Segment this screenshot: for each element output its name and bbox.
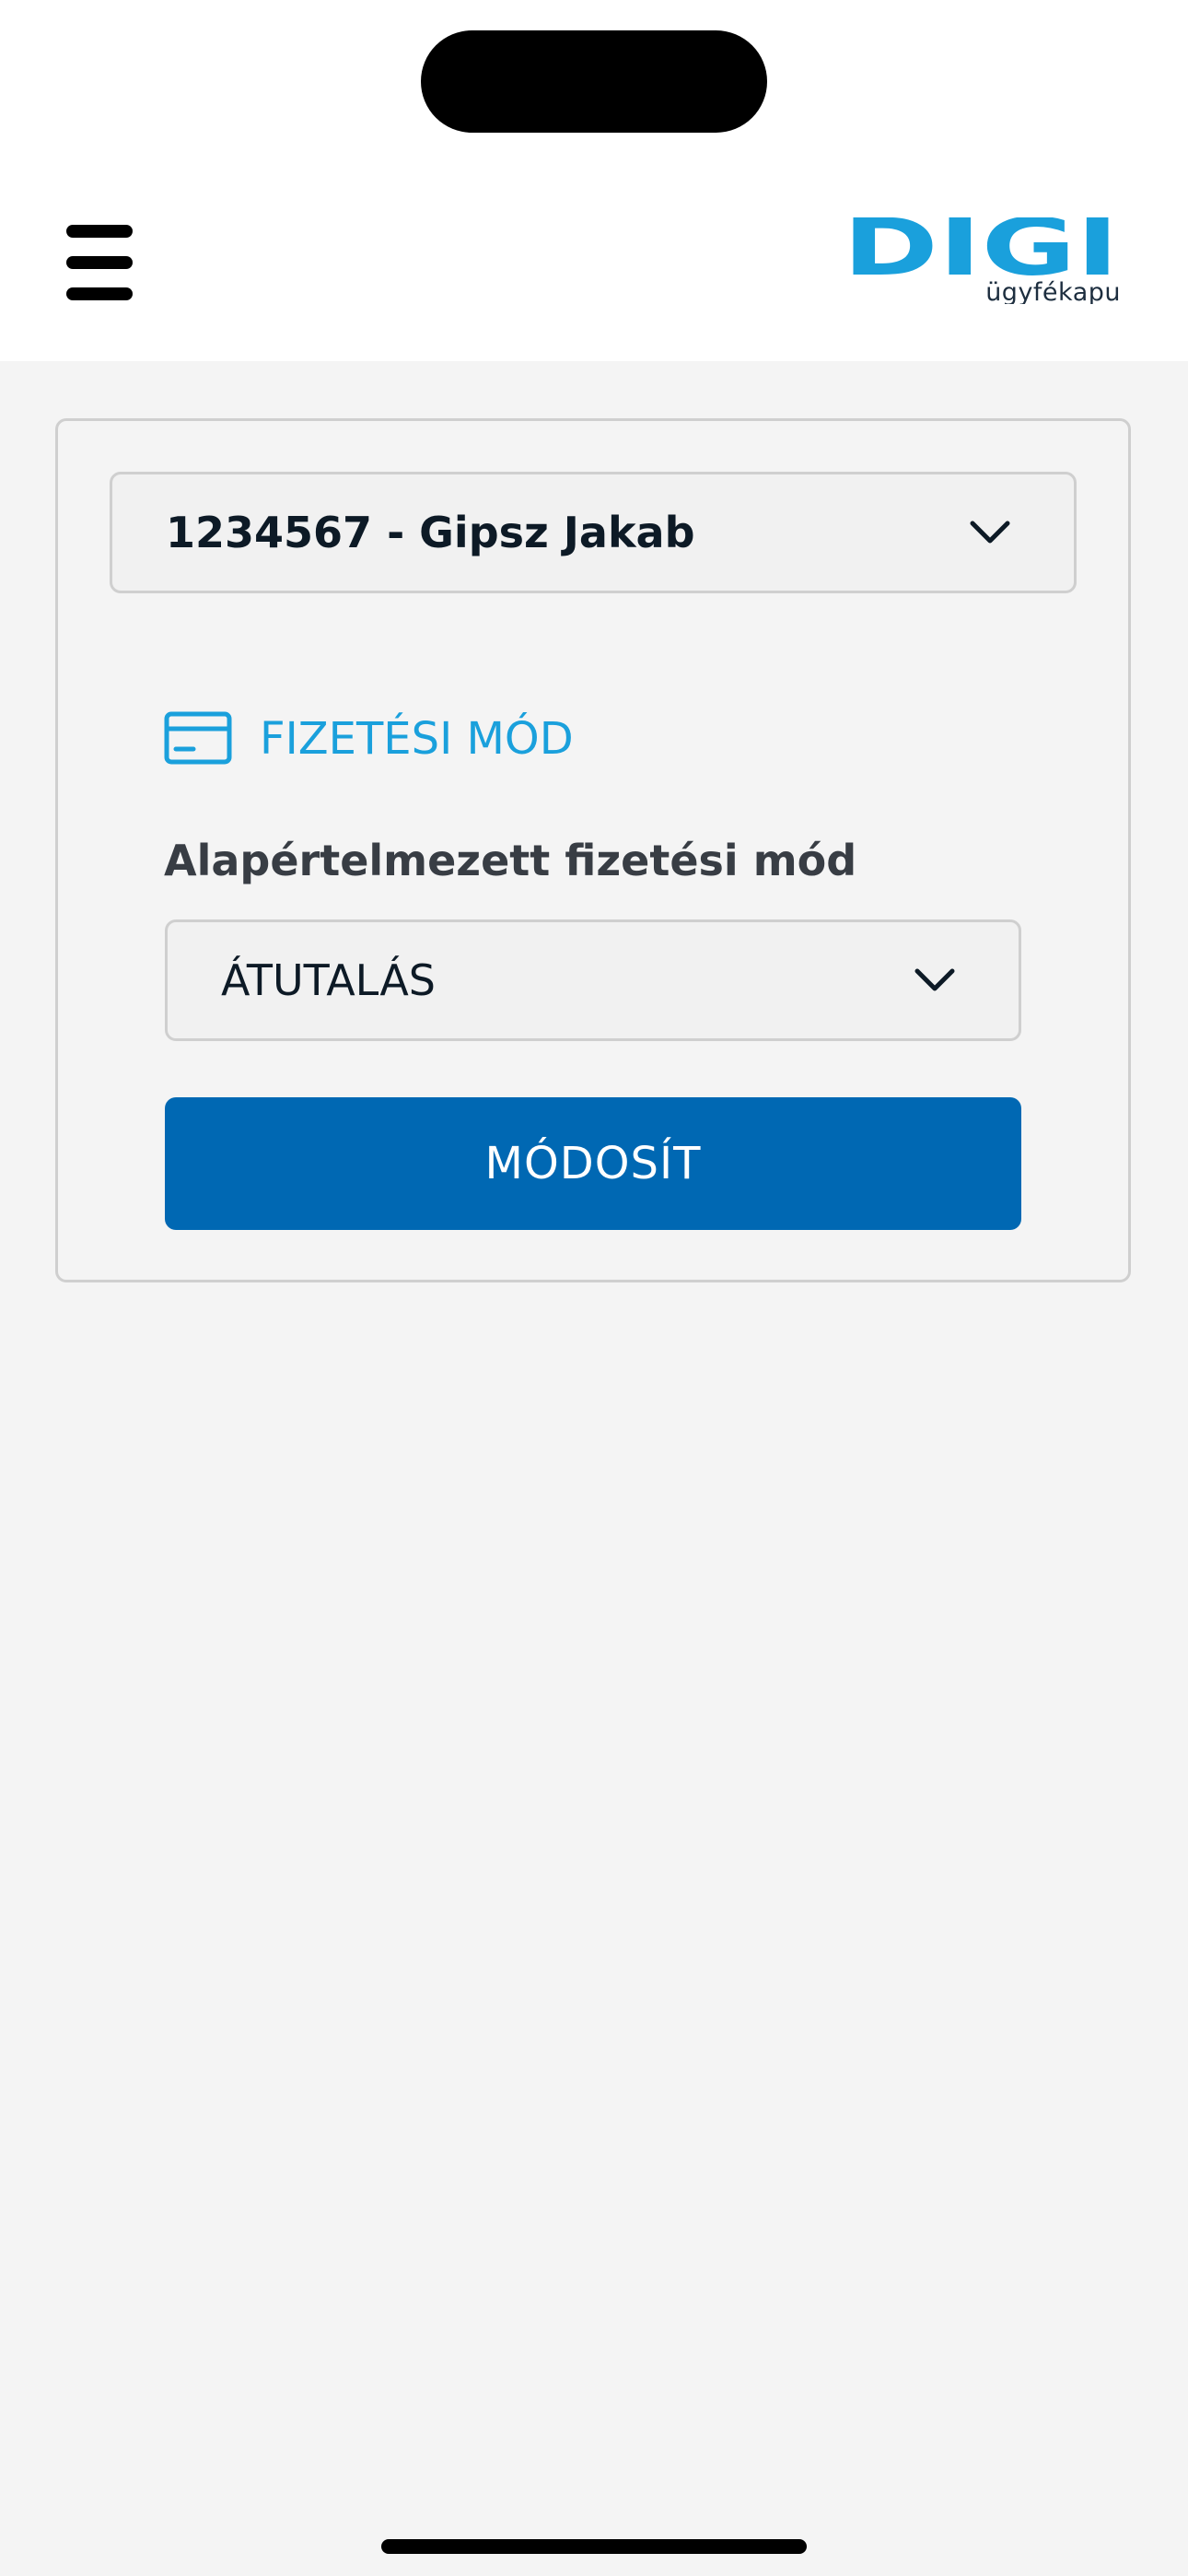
- payment-method-value: ÁTUTALÁS: [221, 955, 437, 1005]
- menu-bar-top: [66, 225, 133, 238]
- menu-bar-middle: [66, 256, 133, 269]
- account-select-value: 1234567 - Gipsz Jakab: [166, 508, 695, 557]
- credit-card-icon: [164, 711, 232, 765]
- logo-subtitle: ügyfékapu: [985, 279, 1121, 304]
- default-payment-label: Alapértelmezett fizetési mód: [164, 836, 857, 885]
- dynamic-island: [421, 30, 767, 133]
- digi-logo[interactable]: DIGI ügyfékapu: [841, 217, 1123, 310]
- hamburger-menu-button[interactable]: [57, 217, 142, 308]
- digi-wordmark-icon: DIGI: [843, 217, 1119, 276]
- section-title-label: FIZETÉSI MÓD: [260, 713, 574, 765]
- payment-method-select[interactable]: ÁTUTALÁS: [165, 919, 1021, 1041]
- menu-bar-bottom: [66, 287, 133, 300]
- chevron-down-icon: [914, 968, 955, 991]
- modify-button[interactable]: MÓDOSÍT: [165, 1097, 1021, 1230]
- app-header: DIGI ügyfékapu: [0, 0, 1188, 361]
- account-select[interactable]: 1234567 - Gipsz Jakab: [110, 472, 1077, 593]
- chevron-down-icon: [970, 521, 1010, 544]
- home-indicator[interactable]: [381, 2539, 807, 2554]
- svg-text:DIGI: DIGI: [843, 217, 1119, 276]
